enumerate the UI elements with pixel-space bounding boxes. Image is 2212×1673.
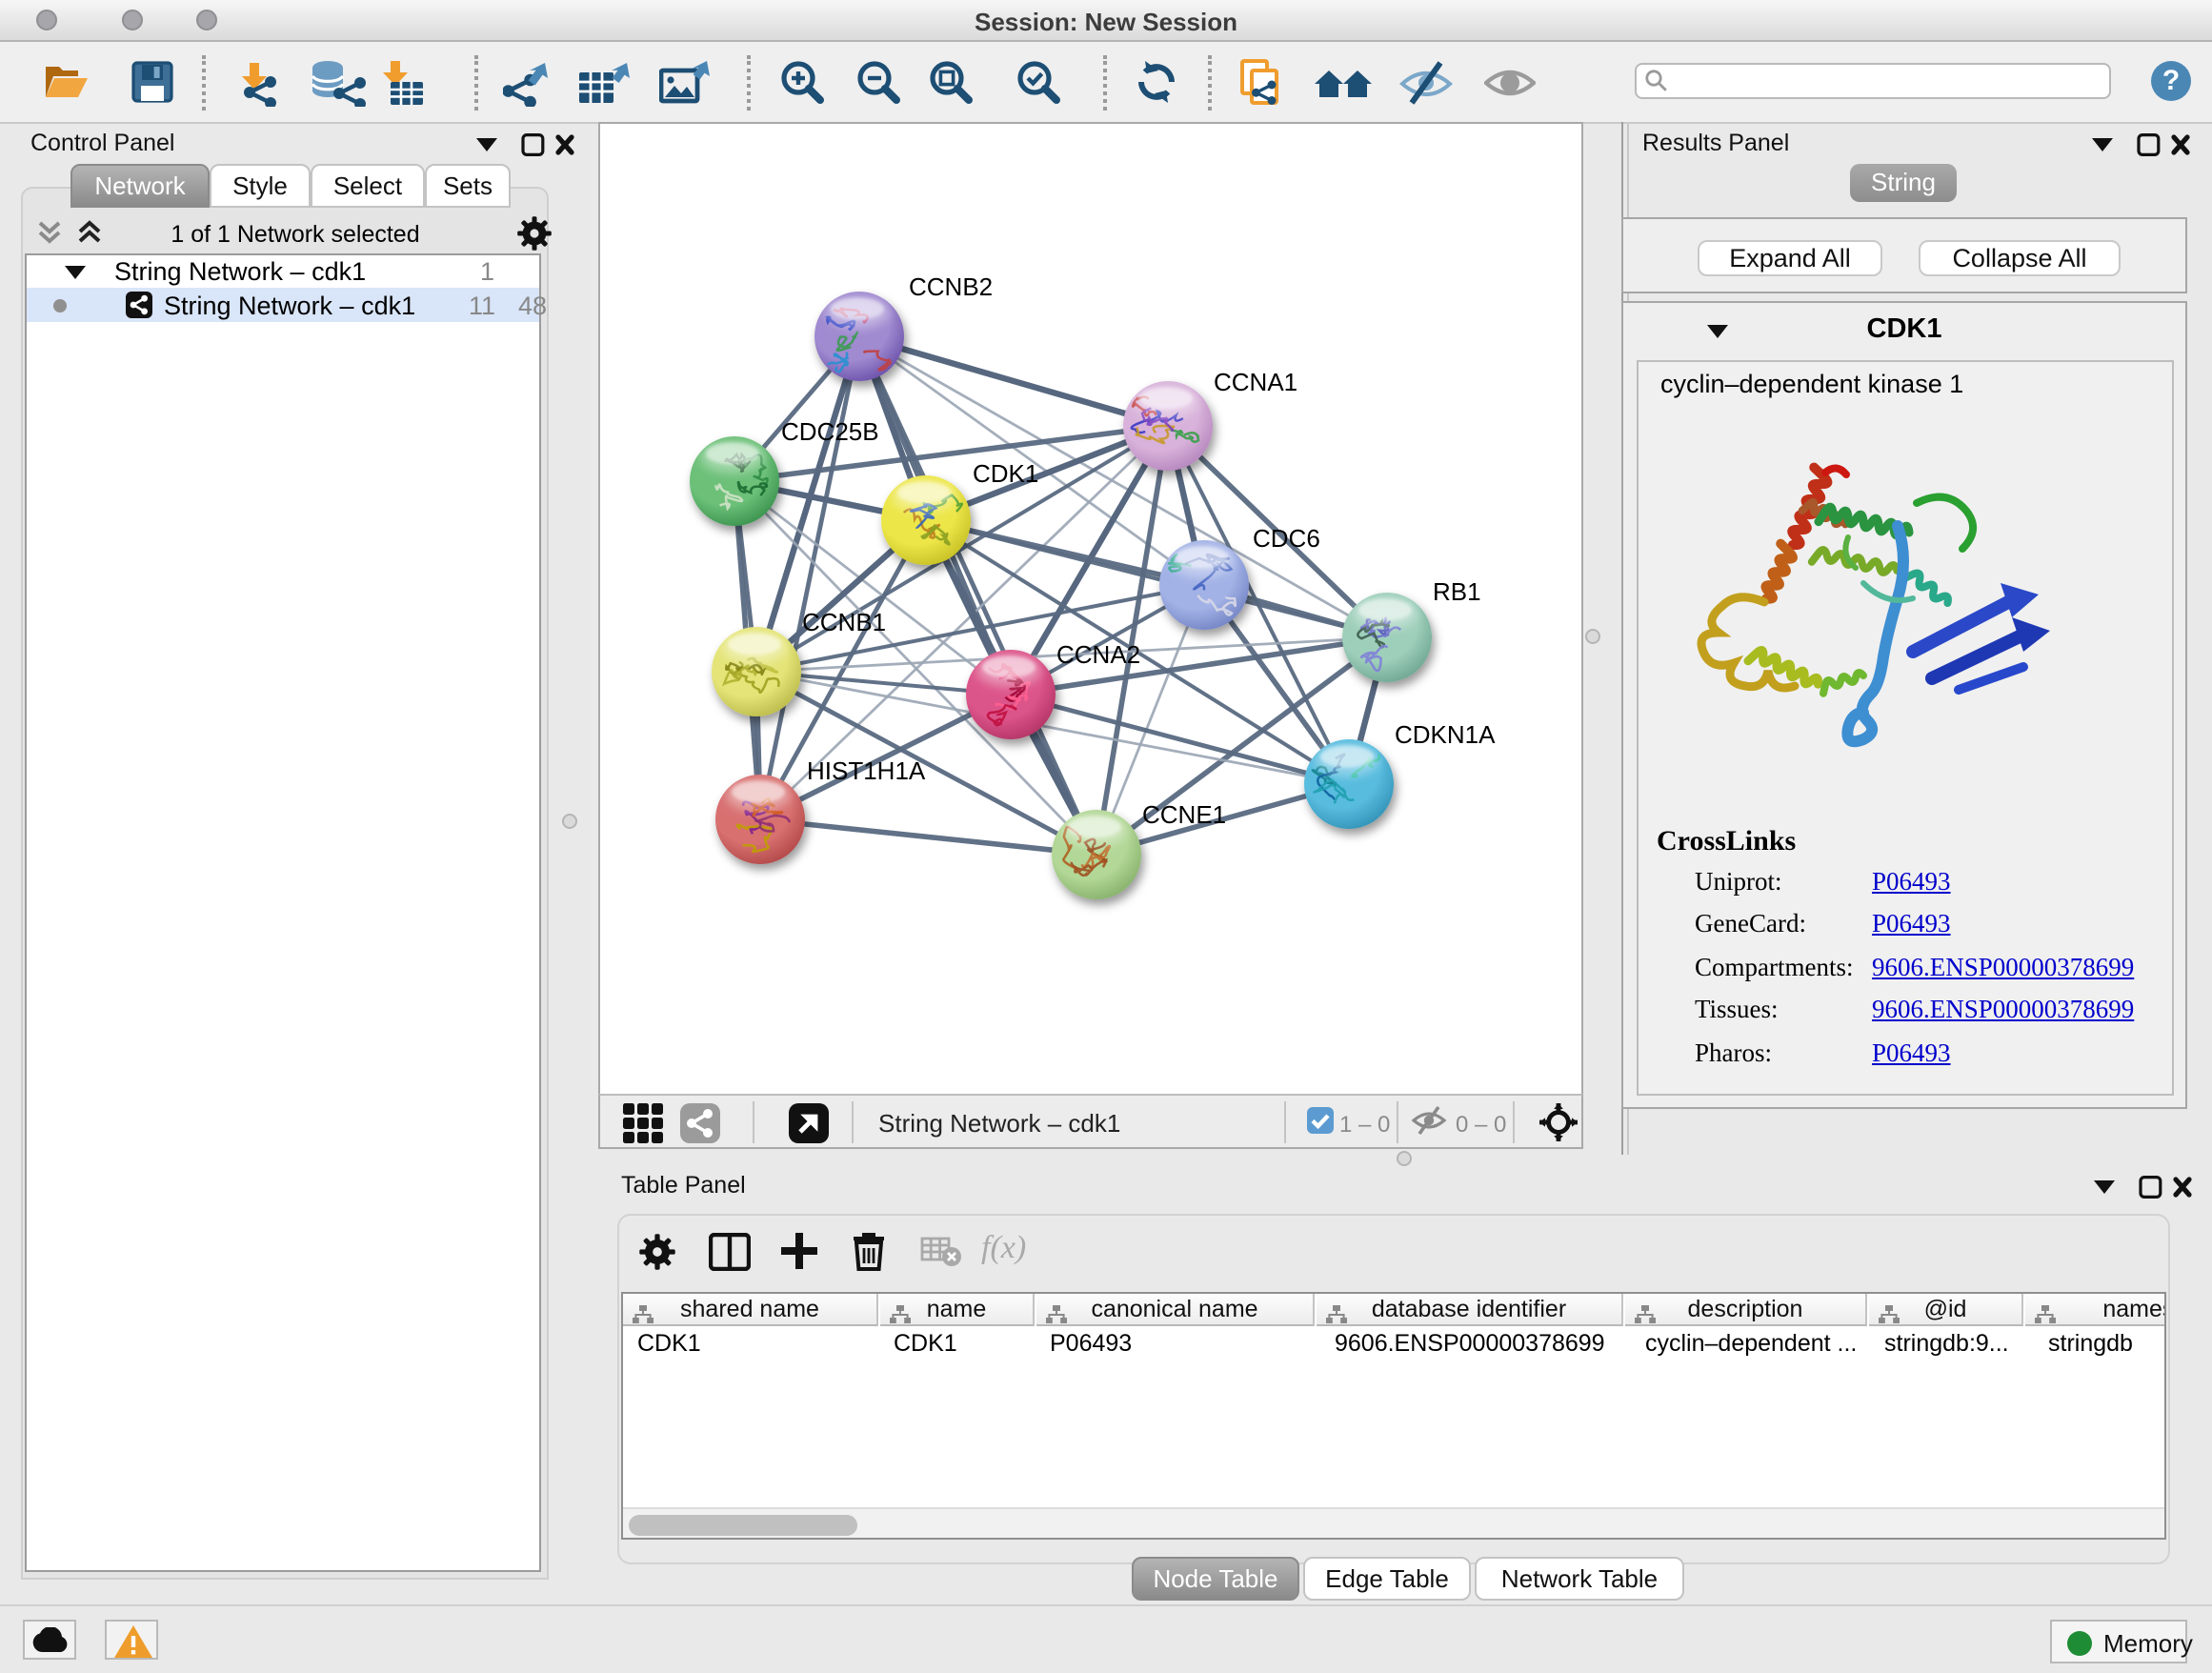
svg-text:RB1: RB1 [1433,577,1481,606]
svg-text:HIST1H1A: HIST1H1A [807,756,926,785]
svg-text:CCNB2: CCNB2 [909,272,993,301]
svg-text:CCNA2: CCNA2 [1056,640,1140,669]
svg-text:CCNB1: CCNB1 [802,608,886,636]
svg-text:CDC25B: CDC25B [781,417,879,446]
svg-text:CDK1: CDK1 [973,459,1038,488]
svg-text:CCNA1: CCNA1 [1214,368,1297,396]
svg-text:CDC6: CDC6 [1253,524,1320,553]
svg-text:CDKN1A: CDKN1A [1395,720,1496,749]
svg-text:CCNE1: CCNE1 [1142,800,1226,829]
